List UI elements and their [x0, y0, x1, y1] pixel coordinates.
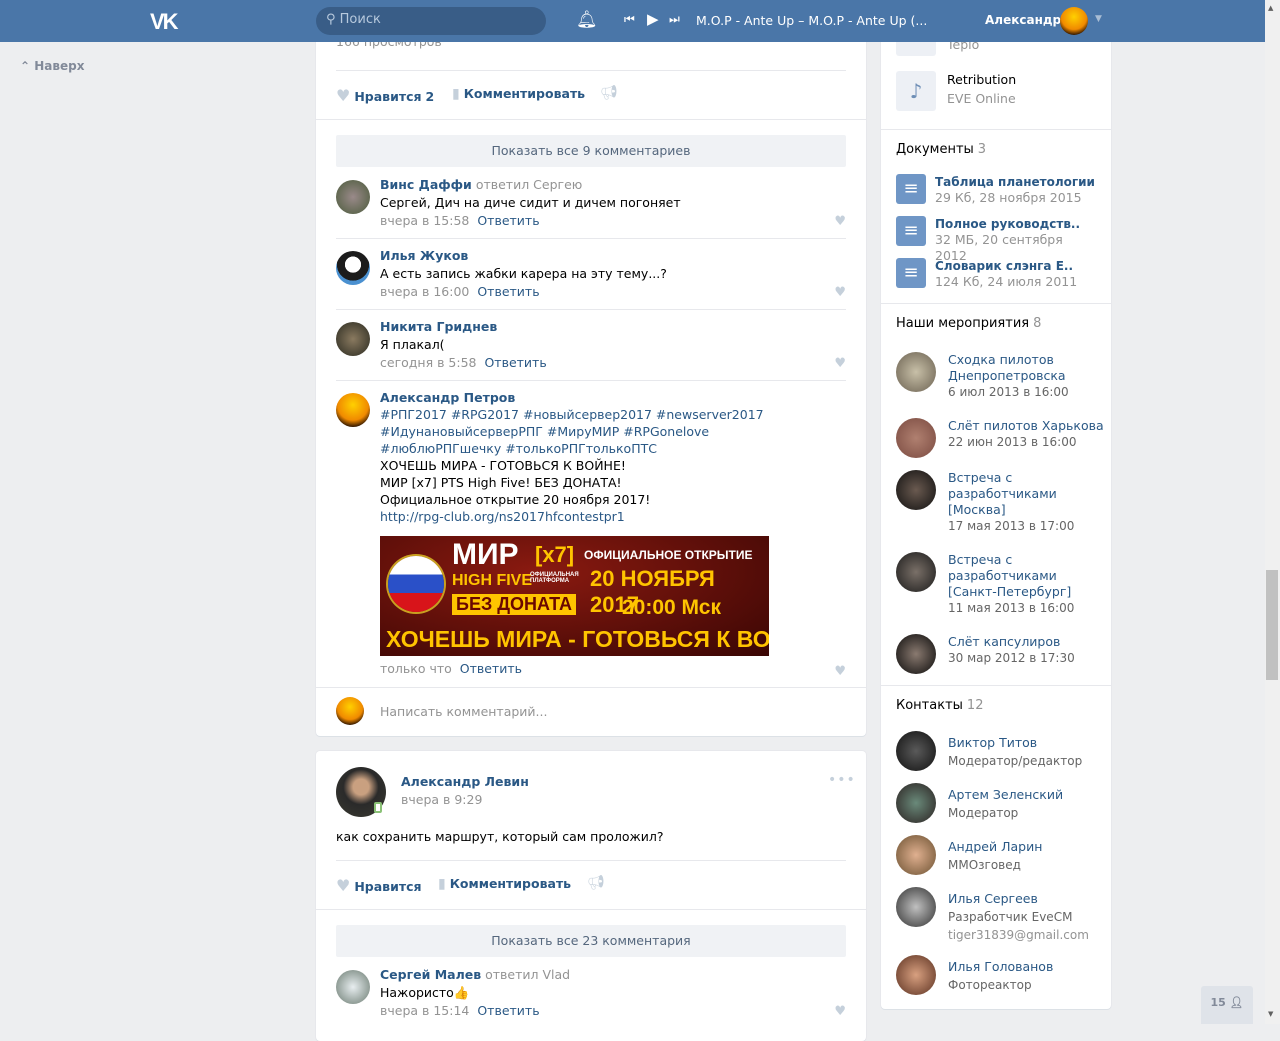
document-icon: ≡: [896, 174, 926, 204]
user-name[interactable]: Александр: [985, 13, 1061, 27]
scrollbar[interactable]: ▲ ▼: [1265, 0, 1280, 1024]
comment: Сергей Малев ответил Vlad Нажористо👍 вче…: [336, 966, 846, 1020]
scroll-up-button[interactable]: ⌃ Наверх: [20, 59, 84, 73]
audio-artist[interactable]: EVE Online: [947, 91, 1016, 106]
like-button[interactable]: ♥ Нравится: [336, 876, 422, 895]
document-icon: ≡: [896, 258, 926, 288]
contact-item[interactable]: Артем Зеленский Модератор: [896, 783, 1108, 823]
avatar[interactable]: [336, 251, 370, 285]
avatar[interactable]: [336, 970, 370, 1004]
reply-link[interactable]: Ответить: [484, 355, 546, 370]
post-time[interactable]: вчера в 9:29: [401, 792, 482, 807]
contact-item[interactable]: Андрей Ларин ММОзговед: [896, 835, 1108, 875]
online-friends-button[interactable]: 15 👤︎: [1201, 986, 1253, 1024]
heart-icon[interactable]: ♥: [834, 214, 846, 229]
vk-logo[interactable]: VK: [150, 9, 179, 35]
comment-button[interactable]: ▮ Комментировать: [438, 876, 571, 892]
comment: Александр Петров #РПГ2017 #RPG2017 #новы…: [336, 389, 846, 679]
doc-item[interactable]: ≡ Словарик слэнга E.. 124 Кб, 24 июля 2011: [896, 258, 1095, 290]
contact-item[interactable]: Илья Сергеев Разработчик EveCM tiger31839@…: [896, 887, 1108, 944]
show-all-comments-button[interactable]: Показать все 23 комментария: [336, 925, 846, 957]
heart-icon[interactable]: ♥: [834, 285, 846, 300]
audio-title[interactable]: Retribution: [947, 72, 1016, 87]
reply-link[interactable]: Ответить: [477, 284, 539, 299]
search-input[interactable]: ⚲ Поиск: [316, 7, 546, 35]
prev-track-icon[interactable]: ⏮︎: [624, 12, 635, 27]
doc-item[interactable]: ≡ Полное руководств.. 32 МБ, 20 сентября 2…: [896, 216, 1095, 264]
current-track[interactable]: M.O.P - Ante Up – M.O.P - Ante Up (...: [696, 13, 927, 28]
bell-icon[interactable]: 🔔︎: [576, 10, 598, 30]
avatar[interactable]: [336, 180, 370, 214]
comment: Никита Гриднев Я плакал( сегодня в 5:58 …: [336, 318, 846, 372]
heart-icon[interactable]: ♥: [834, 1004, 846, 1019]
comment-meta: только что Ответить: [380, 661, 522, 676]
contact-item[interactable]: Илья Голованов Фотореактор: [896, 955, 1108, 995]
reply-link[interactable]: Ответить: [477, 213, 539, 228]
event-item[interactable]: Встреча с разработчиками [Санкт-Петербур…: [896, 552, 1108, 616]
reply-link[interactable]: Ответить: [460, 661, 522, 676]
comment-icon: ▮: [438, 876, 446, 892]
contacts-header[interactable]: Контакты 12: [896, 698, 983, 713]
chevron-down-icon[interactable]: ▼: [1095, 14, 1102, 24]
promo-banner-image[interactable]: МИР [x7] HIGH FIVE ОФИЦИАЛЬНАЯ ПЛАТФОРМА…: [380, 536, 769, 656]
scrollbar-thumb[interactable]: [1266, 570, 1278, 680]
heart-icon: ♥: [336, 876, 351, 895]
event-item[interactable]: Слёт капсулиров 30 мар 2012 в 17:30: [896, 634, 1108, 674]
heart-icon[interactable]: ♥: [834, 356, 846, 371]
hashtags[interactable]: #РПГ2017 #RPG2017 #новыйсервер2017 #news…: [380, 406, 820, 457]
doc-item[interactable]: ≡ Таблица планетологии 29 Кб, 28 ноября 20…: [896, 174, 1095, 206]
next-track-icon[interactable]: ⏭︎: [669, 12, 680, 27]
post-text: как сохранить маршрут, который сам проло…: [336, 829, 664, 844]
show-all-comments-button[interactable]: Показать все 9 комментариев: [336, 135, 846, 167]
globe-logo: [388, 556, 444, 612]
share-icon[interactable]: 📢︎: [600, 85, 618, 101]
contact-item[interactable]: Виктор Титов Модератор/редактор: [896, 731, 1108, 771]
avatar[interactable]: [336, 322, 370, 356]
top-bar: VK ⚲ Поиск 🔔︎ ⏮︎ ▶ ⏭︎ M.O.P - Ante Up – …: [0, 0, 1265, 42]
event-item[interactable]: Слёт пилотов Харькова 22 июн 2013 в 16:00: [896, 418, 1108, 458]
write-comment-input[interactable]: Написать комментарий...: [380, 704, 846, 719]
event-item[interactable]: Встреча с разработчиками [Москва] 17 мая …: [896, 470, 1108, 534]
play-icon[interactable]: ▶: [647, 10, 659, 28]
my-avatar: [336, 697, 364, 725]
scroll-up-arrow-icon[interactable]: ▲: [1268, 4, 1273, 12]
music-note-icon[interactable]: ♪: [896, 71, 936, 111]
reply-link[interactable]: Ответить: [477, 1003, 539, 1018]
avatar[interactable]: [336, 393, 370, 427]
mobile-online-icon: [374, 802, 382, 813]
comment-icon: ▮: [452, 86, 460, 102]
heart-icon: ♥: [336, 86, 351, 105]
events-header[interactable]: Наши мероприятия 8: [896, 316, 1041, 331]
docs-header[interactable]: Документы 3: [896, 142, 986, 157]
comment-button[interactable]: ▮ Комментировать: [452, 86, 585, 102]
like-button[interactable]: ♥ Нравится 2: [336, 86, 434, 105]
more-options-icon[interactable]: •••: [828, 772, 856, 788]
search-icon: ⚲: [326, 12, 340, 27]
external-link[interactable]: http://rpg-club.org/ns2017hfcontestpr1: [380, 508, 820, 525]
share-icon[interactable]: 📢︎: [587, 875, 605, 891]
heart-icon[interactable]: ♥: [834, 663, 846, 680]
scroll-down-arrow-icon[interactable]: ▼: [1268, 1010, 1273, 1018]
chevron-up-icon: ⌃: [20, 59, 35, 73]
comment: Винс Даффи ответил Сергею Сергей, Дич на…: [336, 176, 846, 230]
user-avatar[interactable]: [1060, 7, 1088, 35]
event-item[interactable]: Сходка пилотов Днепропетровска 6 июл 2013…: [896, 352, 1108, 400]
comment: Илья Жуков А есть запись жабки карера на…: [336, 247, 846, 301]
document-icon: ≡: [896, 216, 926, 246]
user-icon: 👤︎: [1229, 996, 1244, 1009]
